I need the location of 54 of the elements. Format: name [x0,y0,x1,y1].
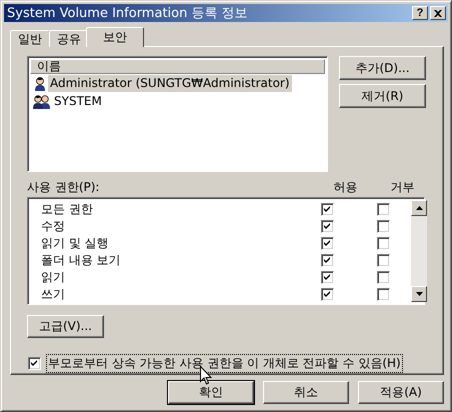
column-label: 허용 [332,178,358,196]
tab[interactable]: 공유 [49,30,89,47]
deny-checkbox[interactable] [376,237,390,250]
checkmark-icon [31,360,38,367]
user-icon [32,75,48,91]
window-title: System Volume Information 등록 정보 [7,5,249,22]
checkmark-icon [324,240,330,247]
column-header[interactable]: 이름 [30,59,325,74]
permissions-label: 사용 권한(P): [27,178,100,196]
column-label: 거부 [390,178,416,196]
tab[interactable]: 일반 [10,30,50,47]
scrollbar[interactable] [411,200,427,302]
cancel-button[interactable]: 취소 [263,381,349,404]
inherit-label[interactable]: 부모로부터 상속 가능한 사용 권한을 이 개체로 전파할 수 있음(H) [46,354,403,373]
deny-checkbox[interactable] [376,288,390,301]
checkmark-icon [324,291,330,298]
close-icon [434,10,442,16]
advanced-button[interactable]: 고급(V)... [27,315,104,338]
permission-name: 폴더 내용 보기 [40,252,122,269]
permission-name: 수정 [40,218,66,235]
scroll-up-button[interactable] [411,200,427,216]
name-item[interactable]: SYSTEM [52,92,104,110]
checkmark-icon [324,206,330,213]
names-list[interactable]: 이름 Administrator (SUNGTG₩Administrator) SYSTEM [27,56,328,172]
permission-name: 모든 권한 [40,201,94,218]
deny-checkbox[interactable] [376,220,390,233]
up-arrow-icon [416,206,422,210]
users-icon [32,93,52,109]
permission-name: 쓰기 [40,286,66,303]
remove-button[interactable]: 제거(R) [339,84,426,108]
permission-name: 읽기 및 실행 [40,235,110,252]
allow-checkbox[interactable] [320,288,334,301]
allow-checkbox[interactable] [320,220,334,233]
down-arrow-icon [416,292,422,296]
checkmark-icon [324,257,330,264]
deny-checkbox[interactable] [376,254,390,267]
deny-checkbox[interactable] [376,271,390,284]
deny-checkbox[interactable] [376,203,390,216]
permission-name: 읽기 [40,269,66,286]
name-item[interactable]: Administrator (SUNGTG₩Administrator) [48,74,292,92]
ok-button[interactable]: 확인 [168,381,254,404]
scroll-down-button[interactable] [411,286,427,302]
allow-checkbox[interactable] [320,203,334,216]
help-button[interactable]: ? [412,6,428,20]
tab[interactable]: 보안 [86,27,144,47]
checkmark-icon [324,274,330,281]
inherit-checkbox[interactable] [28,357,41,370]
allow-checkbox[interactable] [320,237,334,250]
close-button[interactable] [430,6,446,20]
checkmark-icon [324,223,330,230]
allow-checkbox[interactable] [320,254,334,267]
allow-checkbox[interactable] [320,271,334,284]
apply-button[interactable]: 적용(A) [358,381,444,404]
add-button[interactable]: 추가(D)... [339,56,426,80]
